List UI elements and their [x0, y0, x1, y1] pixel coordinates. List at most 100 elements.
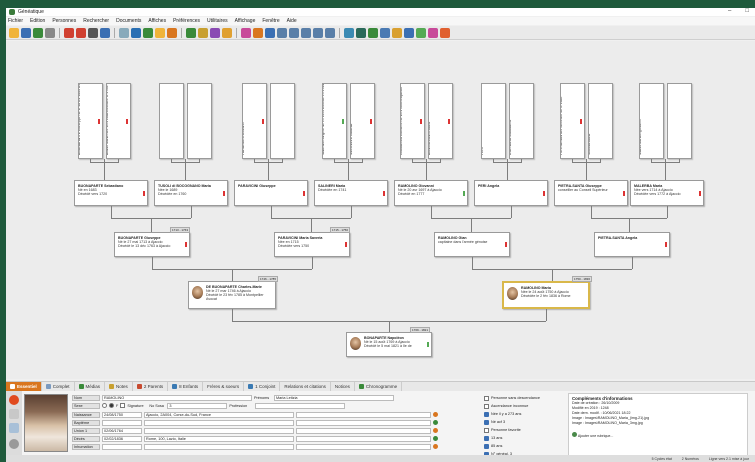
- toolbar-button-17-icon[interactable]: [222, 27, 232, 38]
- ancestor-card-vertical[interactable]: BONGIOVANNI Maria: [428, 83, 453, 159]
- ancestor-card-vertical[interactable]: [667, 83, 692, 159]
- signature-checkbox[interactable]: [120, 403, 126, 408]
- event-date-field[interactable]: [102, 443, 142, 450]
- option-checkbox[interactable]: [484, 403, 489, 409]
- option-checkbox[interactable]: [484, 395, 489, 401]
- tab-complet[interactable]: Complet: [42, 382, 75, 391]
- event-place-field[interactable]: Rome, 100, Lazio, Italie: [144, 435, 294, 442]
- tab-notices[interactable]: Notices: [331, 382, 355, 391]
- no-sosa-field[interactable]: 3: [167, 402, 228, 409]
- ancestor-card-vertical[interactable]: MERELLINI Rafaella: [350, 83, 375, 159]
- event-date-field[interactable]: [102, 419, 142, 426]
- ancestor-card[interactable]: MALERBA Maria Née vers 1714 à Ajaccio Décé…: [630, 180, 704, 206]
- event-source-icon[interactable]: [433, 412, 438, 417]
- toolbar-button-12-icon[interactable]: [155, 27, 165, 38]
- event-source-icon[interactable]: [433, 420, 438, 425]
- ancestor-card-vertical[interactable]: PARAVICINI Giovanni: [242, 83, 267, 159]
- maximize-button[interactable]: □: [745, 8, 749, 14]
- toolbar-button-14-icon[interactable]: [186, 27, 196, 38]
- menu-item-rechercher[interactable]: Rechercher: [83, 18, 109, 24]
- event-note-field[interactable]: [296, 443, 431, 450]
- event-source-icon[interactable]: [433, 444, 438, 449]
- nom-field[interactable]: RAMOLINO: [102, 394, 252, 401]
- toolbar-button-1-icon[interactable]: [9, 27, 19, 38]
- root-person-card[interactable]: BONAPARTE Napoléon Né le 15 août 1769 à A…: [346, 332, 432, 357]
- ancestor-card[interactable]: TUSOLI di BOCOGNANO Maria Née le 1689 Décé…: [154, 180, 228, 206]
- ancestor-card-vertical[interactable]: RAMOLINO Giovanni Né vers 1655 à Ajaccio: [400, 83, 425, 159]
- ancestor-card-vertical[interactable]: SALINERI Angelo Né en 1676 Décédé en 173…: [322, 83, 347, 159]
- toolbar-button-19-icon[interactable]: [253, 27, 263, 38]
- menu-item-edition[interactable]: Edition: [30, 18, 45, 24]
- toolbar-button-9-icon[interactable]: [119, 27, 129, 38]
- menu-item-personnes[interactable]: Personnes: [52, 18, 76, 24]
- menu-item-documents[interactable]: Documents: [116, 18, 141, 24]
- option-checkbox[interactable]: [484, 427, 489, 433]
- family-tree-canvas[interactable]: BUONAPARTE Giuseppe Né le 18 fév 1663 à …: [6, 41, 755, 379]
- ancestor-card-vertical[interactable]: MALERBA Bongiovanni: [639, 83, 664, 159]
- toolbar-button-11-icon[interactable]: [143, 27, 153, 38]
- toolbar-button-33-icon[interactable]: [428, 27, 438, 38]
- ancestor-card-vertical[interactable]: PERI: [481, 83, 506, 159]
- tab-essentiel[interactable]: Essentiel: [6, 382, 42, 391]
- toolbar-button-10-icon[interactable]: [131, 27, 141, 38]
- tab-relations-et-citations[interactable]: Relations et citations: [280, 382, 331, 391]
- event-place-field[interactable]: [144, 443, 294, 450]
- profession-field[interactable]: [255, 402, 346, 409]
- toolbar-button-2-icon[interactable]: [21, 27, 31, 38]
- ancestor-card[interactable]: RAMOLINO Giovanni Né le 20 avr 1697 à Aja…: [394, 180, 468, 206]
- event-note-field[interactable]: [296, 435, 431, 442]
- event-date-field[interactable]: 02/06/1764: [102, 427, 142, 434]
- ancestor-card[interactable]: SALINERI Maria Décédée en 1741: [314, 180, 388, 206]
- menu-item-prfrences[interactable]: Préférences: [173, 18, 200, 24]
- toolbar-button-25-icon[interactable]: [325, 27, 335, 38]
- tab-8-enfants[interactable]: 8 Enfants: [168, 382, 204, 391]
- alert-icon[interactable]: [9, 395, 19, 405]
- tab-2-parents[interactable]: 2 Parents: [133, 382, 169, 391]
- tab-notes[interactable]: Notes: [105, 382, 133, 391]
- toolbar-button-24-icon[interactable]: [313, 27, 323, 38]
- toolbar-button-4-icon[interactable]: [45, 27, 55, 38]
- event-date-field[interactable]: 24/08/1750: [102, 411, 142, 418]
- ancestor-card-vertical[interactable]: PIETRA-SANTA Francesco Né le 1680: [560, 83, 585, 159]
- tab-chronogramme[interactable]: Chronogramme: [355, 382, 403, 391]
- grandparent-card[interactable]: RAMOLINO Gian capitaine dans l'armée géno…: [434, 232, 510, 257]
- sex-f-radio[interactable]: [109, 403, 114, 408]
- ancestor-card-vertical[interactable]: [270, 83, 295, 159]
- toolbar-button-26-icon[interactable]: [344, 27, 354, 38]
- grandparent-card[interactable]: PIETRA-SANTA Angela: [594, 232, 670, 257]
- toolbar-button-3-icon[interactable]: [33, 27, 43, 38]
- toolbar-button-34-icon[interactable]: [440, 27, 450, 38]
- grandparent-card[interactable]: PARAVICINI Maria Saveria Née en 1715 Décéd…: [274, 232, 350, 257]
- ancestor-card[interactable]: PERI Angela: [474, 180, 548, 206]
- ancestor-card[interactable]: BUONAPARTE Sebastiano Né en 1683 Décédé ve…: [74, 180, 148, 206]
- person-portrait[interactable]: [24, 394, 68, 452]
- minimize-button[interactable]: –: [728, 8, 731, 14]
- toolbar-button-20-icon[interactable]: [265, 27, 275, 38]
- ancestor-card[interactable]: PIETRA-SANTA Giuseppe conseiller au Conse…: [554, 180, 628, 206]
- event-place-field[interactable]: [144, 427, 294, 434]
- ancestor-card-vertical[interactable]: [187, 83, 212, 159]
- parent-card[interactable]: RAMOLINO Maria Née le 24 août 1750 à Ajac…: [502, 281, 590, 309]
- parent-card[interactable]: DE BUONAPARTE Charles-Marie Né le 27 mar …: [188, 281, 276, 309]
- event-note-field[interactable]: [296, 411, 431, 418]
- toolbar-button-30-icon[interactable]: [392, 27, 402, 38]
- grandparent-card[interactable]: BUONAPARTE Giuseppe Né le 27 mai 1713 à A…: [114, 232, 190, 257]
- toolbar-button-21-icon[interactable]: [277, 27, 287, 38]
- tab-fr-res-soeurs[interactable]: Frères & soeurs: [203, 382, 245, 391]
- prenoms-field[interactable]: Maria Letizia: [274, 394, 394, 401]
- ancestor-card-vertical[interactable]: d'ORNANO Maddalena: [509, 83, 534, 159]
- ancestor-card-vertical[interactable]: BUONAPARTE Giuseppe Né le 18 fév 1663 à …: [78, 83, 103, 159]
- event-note-field[interactable]: [296, 427, 431, 434]
- event-source-icon[interactable]: [433, 436, 438, 441]
- toolbar-button-27-icon[interactable]: [356, 27, 366, 38]
- toolbar-button-8-icon[interactable]: [100, 27, 110, 38]
- ancestor-card-vertical[interactable]: SORBA Marta: [588, 83, 613, 159]
- event-source-icon[interactable]: [433, 428, 438, 433]
- add-rubric-link[interactable]: Ajouter une rubrique...: [572, 432, 744, 439]
- menu-item-aide[interactable]: Aide: [287, 18, 297, 24]
- toolbar-button-6-icon[interactable]: [76, 27, 86, 38]
- tab-1-conjoint[interactable]: 1 Conjoint: [244, 382, 281, 391]
- event-note-field[interactable]: [296, 419, 431, 426]
- toolbar-button-15-icon[interactable]: [198, 27, 208, 38]
- toolbar-button-23-icon[interactable]: [301, 27, 311, 38]
